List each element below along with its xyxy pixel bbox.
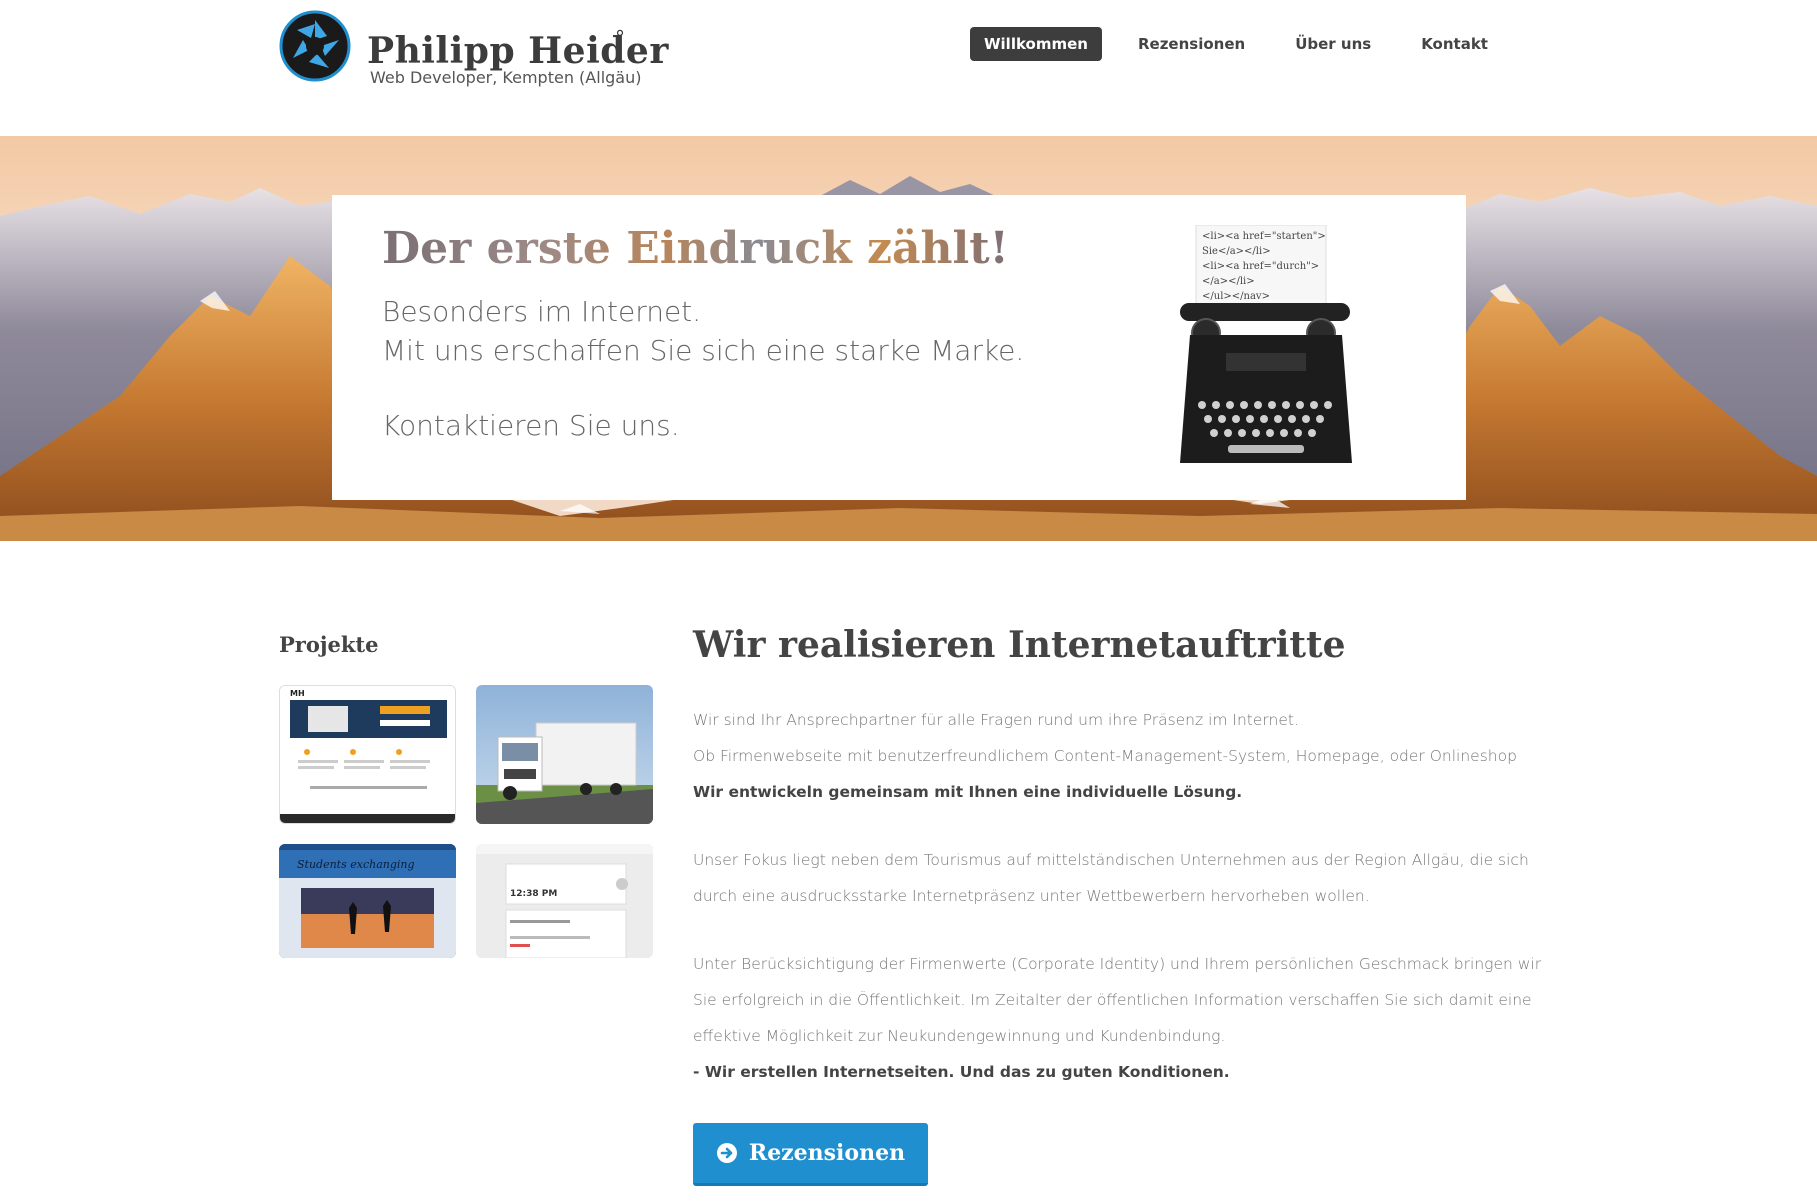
hero-title: Der erste Eindruck zählt!	[382, 223, 1009, 274]
project-thumb-mh-website[interactable]: MH	[279, 685, 456, 824]
paper-line-1: <li><a href="starten">	[1202, 231, 1326, 242]
paper-line-3: <li><a href="durch">	[1202, 261, 1319, 272]
main-heading: Wir realisieren Internetauftritte	[693, 624, 1346, 666]
nav-item-kontakt[interactable]: Kontakt	[1407, 27, 1502, 61]
paragraph-line-4: Unser Fokus liegt neben dem Tourismus au…	[693, 851, 1529, 869]
circle-arrow-right-icon	[716, 1143, 737, 1163]
paper-line-2: Sie</a></li>	[1202, 246, 1271, 257]
hero-line-2: Mit uns erschaffen Sie sich eine starke …	[382, 334, 1025, 367]
brand-subtitle: Web Developer, Kempten (Allgäu)	[370, 68, 642, 87]
paragraph-line-6: Unter Berücksichtigung der Firmenwerte (…	[693, 955, 1542, 973]
paper-line-4: </a></li>	[1202, 276, 1255, 287]
paragraph-line-9-bold: - Wir erstellen Internetseiten. Und das …	[693, 1063, 1230, 1081]
paragraph-line-5: durch eine ausdrucksstarke Internetpräse…	[693, 887, 1370, 905]
nav-item-willkommen[interactable]: Willkommen	[970, 27, 1102, 61]
project-thumb-truck-photo[interactable]	[476, 685, 653, 824]
nav-item-ueber-uns[interactable]: Über uns	[1281, 27, 1385, 61]
typewriter-image: <li><a href="starten"> Sie</a></li> <li>…	[1180, 225, 1352, 463]
paper-line-5: </ul></nav>	[1202, 291, 1270, 302]
hero-line-3: Kontaktieren Sie uns.	[382, 409, 680, 442]
site-header: Philipp Heider ° Web Developer, Kempten …	[0, 0, 1817, 136]
students-exchanging-screenshot: Students exchanging	[279, 844, 456, 958]
nav-item-rezensionen[interactable]: Rezensionen	[1124, 27, 1259, 61]
project-thumb-students-exchanging[interactable]: Students exchanging	[279, 844, 456, 958]
paragraph-line-7: Sie erfolgreich in die Öffentlichkeit. I…	[693, 991, 1532, 1009]
brand-degree-mark: °	[615, 26, 625, 50]
hero-card: Der erste Eindruck zählt! Besonders im I…	[332, 195, 1466, 500]
students-exchanging-title: Students exchanging	[297, 858, 415, 871]
mh-website-screenshot: MH	[280, 686, 455, 823]
truck-photo	[476, 685, 653, 824]
rezensionen-button[interactable]: Rezensionen	[693, 1123, 928, 1186]
hero-line-1: Besonders im Internet.	[382, 295, 702, 328]
rezensionen-button-label: Rezensionen	[748, 1140, 906, 1166]
main-nav: Willkommen Rezensionen Über uns Kontakt	[970, 27, 1524, 61]
calendar-app-screenshot: 12:38 PM	[476, 844, 653, 958]
mh-logo-text: MH	[290, 689, 305, 698]
logo-link[interactable]: Philipp Heider ° Web Developer, Kempten …	[279, 10, 668, 90]
hero-banner: Der erste Eindruck zählt! Besonders im I…	[0, 136, 1817, 541]
paragraph-line-3-bold: Wir entwickeln gemeinsam mit Ihnen eine …	[693, 783, 1243, 801]
calendar-time-text: 12:38 PM	[510, 889, 557, 899]
paragraph-line-8: effektive Möglichkeit zur Neukundengewin…	[693, 1027, 1226, 1045]
paragraph-line-2: Ob Firmenwebseite mit benutzerfreundlich…	[693, 747, 1517, 765]
project-thumb-calendar-app[interactable]: 12:38 PM	[476, 844, 653, 958]
camera-aperture-logo-icon	[279, 10, 351, 82]
paragraph-line-1: Wir sind Ihr Ansprechpartner für alle Fr…	[693, 711, 1299, 729]
projects-heading: Projekte	[279, 632, 379, 657]
